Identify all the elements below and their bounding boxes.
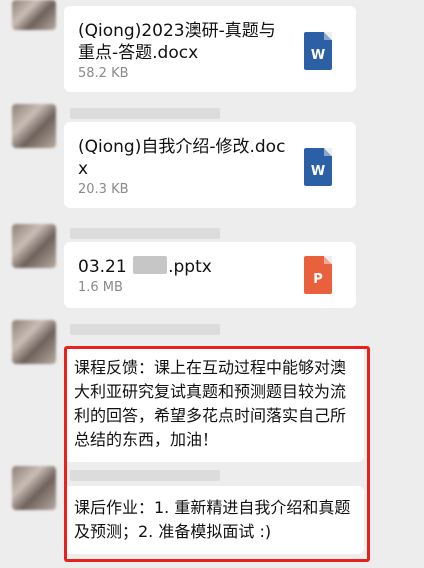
file-size: 20.3 KB xyxy=(78,182,129,197)
file-size: 1.6 MB xyxy=(78,280,123,295)
file-name-prefix: 03.21 xyxy=(78,257,133,277)
file-message-docx[interactable]: (Qiong)2023澳研-真题与重点-答题.docx 58.2 KB W xyxy=(64,6,356,92)
file-size: 58.2 KB xyxy=(78,66,129,81)
file-message-pptx[interactable]: 03.21 .pptx 1.6 MB P xyxy=(64,242,356,308)
avatar[interactable] xyxy=(12,466,56,510)
avatar[interactable] xyxy=(12,320,56,364)
file-message-docx[interactable]: (Qiong)自我介绍-修改.docx 20.3 KB W xyxy=(64,122,356,208)
ppt-doc-icon: P xyxy=(304,256,332,294)
sender-name xyxy=(70,108,220,119)
red-highlight-box xyxy=(64,346,370,562)
sender-name xyxy=(70,324,220,335)
redacted-block xyxy=(133,256,168,274)
sender-name xyxy=(70,228,220,239)
file-name-suffix: .pptx xyxy=(168,257,212,277)
file-name: 03.21 .pptx xyxy=(78,256,288,278)
file-name: (Qiong)自我介绍-修改.docx xyxy=(78,137,286,179)
avatar[interactable] xyxy=(12,0,56,30)
avatar[interactable] xyxy=(12,104,56,148)
avatar[interactable] xyxy=(12,224,56,268)
word-doc-icon: W xyxy=(304,148,332,186)
file-name: (Qiong)2023澳研-真题与重点-答题.docx xyxy=(78,21,276,63)
word-doc-icon: W xyxy=(304,32,332,70)
